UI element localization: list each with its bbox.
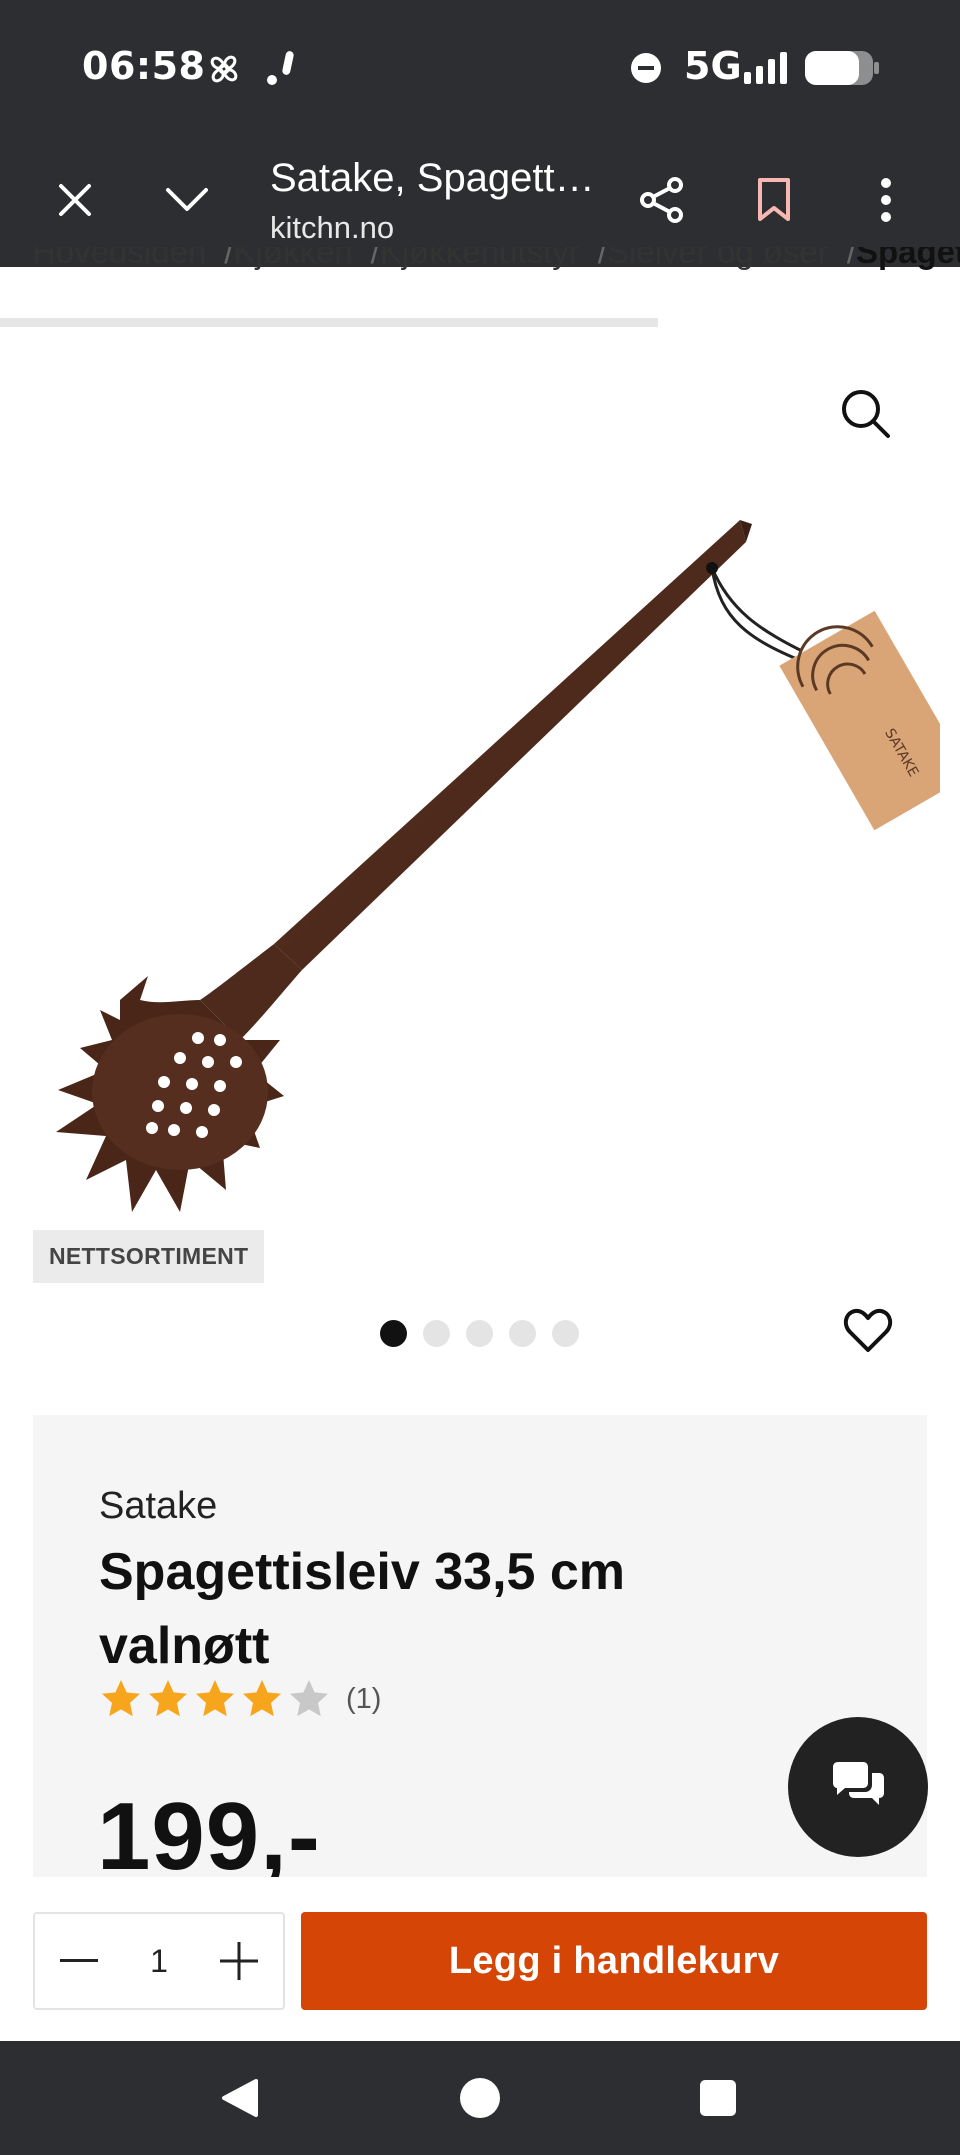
fan-icon xyxy=(205,50,243,93)
breadcrumb-item[interactable]: Kjøkkenutstyr xyxy=(380,247,580,270)
product-title: Spagettisleiv 33,5 cm valnøtt xyxy=(99,1543,626,1675)
page-load-progress xyxy=(0,318,658,327)
product-price: 199,- xyxy=(97,1783,321,1890)
gallery-dots[interactable] xyxy=(380,1320,579,1347)
plus-icon[interactable] xyxy=(217,1939,261,1983)
breadcrumb-current: Spagettisleiv 33,5 cm valnøtt xyxy=(856,247,960,270)
network-label: 5G xyxy=(684,44,742,88)
chevron-down-icon[interactable] xyxy=(157,170,217,230)
breadcrumb-item[interactable]: Sleiver og øser xyxy=(607,247,829,270)
availability-badge: NETTSORTIMENT xyxy=(33,1230,265,1283)
more-icon[interactable] xyxy=(856,170,916,230)
navigation-bar xyxy=(0,2041,960,2155)
star-empty-icon xyxy=(290,1680,328,1717)
chat-button[interactable] xyxy=(788,1717,928,1857)
page-title[interactable]: Satake, Spagettisleiv 33,5 cm valnøtt xyxy=(270,156,600,201)
share-icon[interactable] xyxy=(632,170,692,230)
bookmark-icon[interactable] xyxy=(744,170,804,230)
chat-icon xyxy=(829,1761,887,1814)
star-filled-icon xyxy=(243,1680,281,1717)
breadcrumb-separator: / xyxy=(370,247,380,270)
breadcrumb-item[interactable]: Hovedsiden xyxy=(32,247,206,270)
minus-icon[interactable] xyxy=(57,1939,101,1983)
breadcrumb-separator: / xyxy=(846,247,856,270)
add-to-cart-bar: 1 Legg i handlekurv xyxy=(0,1877,960,2041)
product-image[interactable]: SATAKE xyxy=(40,500,960,1240)
status-bar: 06:58 5G xyxy=(0,0,960,132)
quantity-value[interactable]: 1 xyxy=(150,1943,168,1980)
rating[interactable]: (1) xyxy=(99,1677,381,1721)
gallery-dot[interactable] xyxy=(380,1320,407,1347)
gallery-dot[interactable] xyxy=(423,1320,450,1347)
gallery-dot[interactable] xyxy=(466,1320,493,1347)
breadcrumb-separator: / xyxy=(597,247,607,270)
add-to-cart-button[interactable]: Legg i handlekurv xyxy=(301,1912,927,2010)
close-icon[interactable] xyxy=(45,170,105,230)
heart-icon[interactable] xyxy=(843,1308,893,1359)
battery-icon xyxy=(804,50,880,91)
recents-icon[interactable] xyxy=(685,2065,751,2131)
page-url[interactable]: kitchn.no xyxy=(270,210,394,246)
gallery-dot[interactable] xyxy=(509,1320,536,1347)
quantity-stepper: 1 xyxy=(33,1912,285,2010)
review-count[interactable]: (1) xyxy=(346,1683,381,1716)
star-filled-icon xyxy=(102,1680,140,1717)
zoom-icon[interactable] xyxy=(840,388,892,445)
star-filled-icon xyxy=(196,1680,234,1717)
signal-icon xyxy=(744,52,790,89)
back-icon[interactable] xyxy=(207,2065,273,2131)
do-not-disturb-icon xyxy=(630,52,662,89)
breadcrumb: Hovedsiden/Kjøkken/Kjøkkenutstyr/Sleiver… xyxy=(0,247,960,287)
star-filled-icon xyxy=(149,1680,187,1717)
home-icon[interactable] xyxy=(447,2065,513,2131)
wind-icon xyxy=(262,48,298,93)
breadcrumb-item[interactable]: Kjøkken xyxy=(233,247,352,270)
status-time: 06:58 xyxy=(82,44,206,88)
product-brand[interactable]: Satake xyxy=(99,1485,217,1528)
gallery-dot[interactable] xyxy=(552,1320,579,1347)
